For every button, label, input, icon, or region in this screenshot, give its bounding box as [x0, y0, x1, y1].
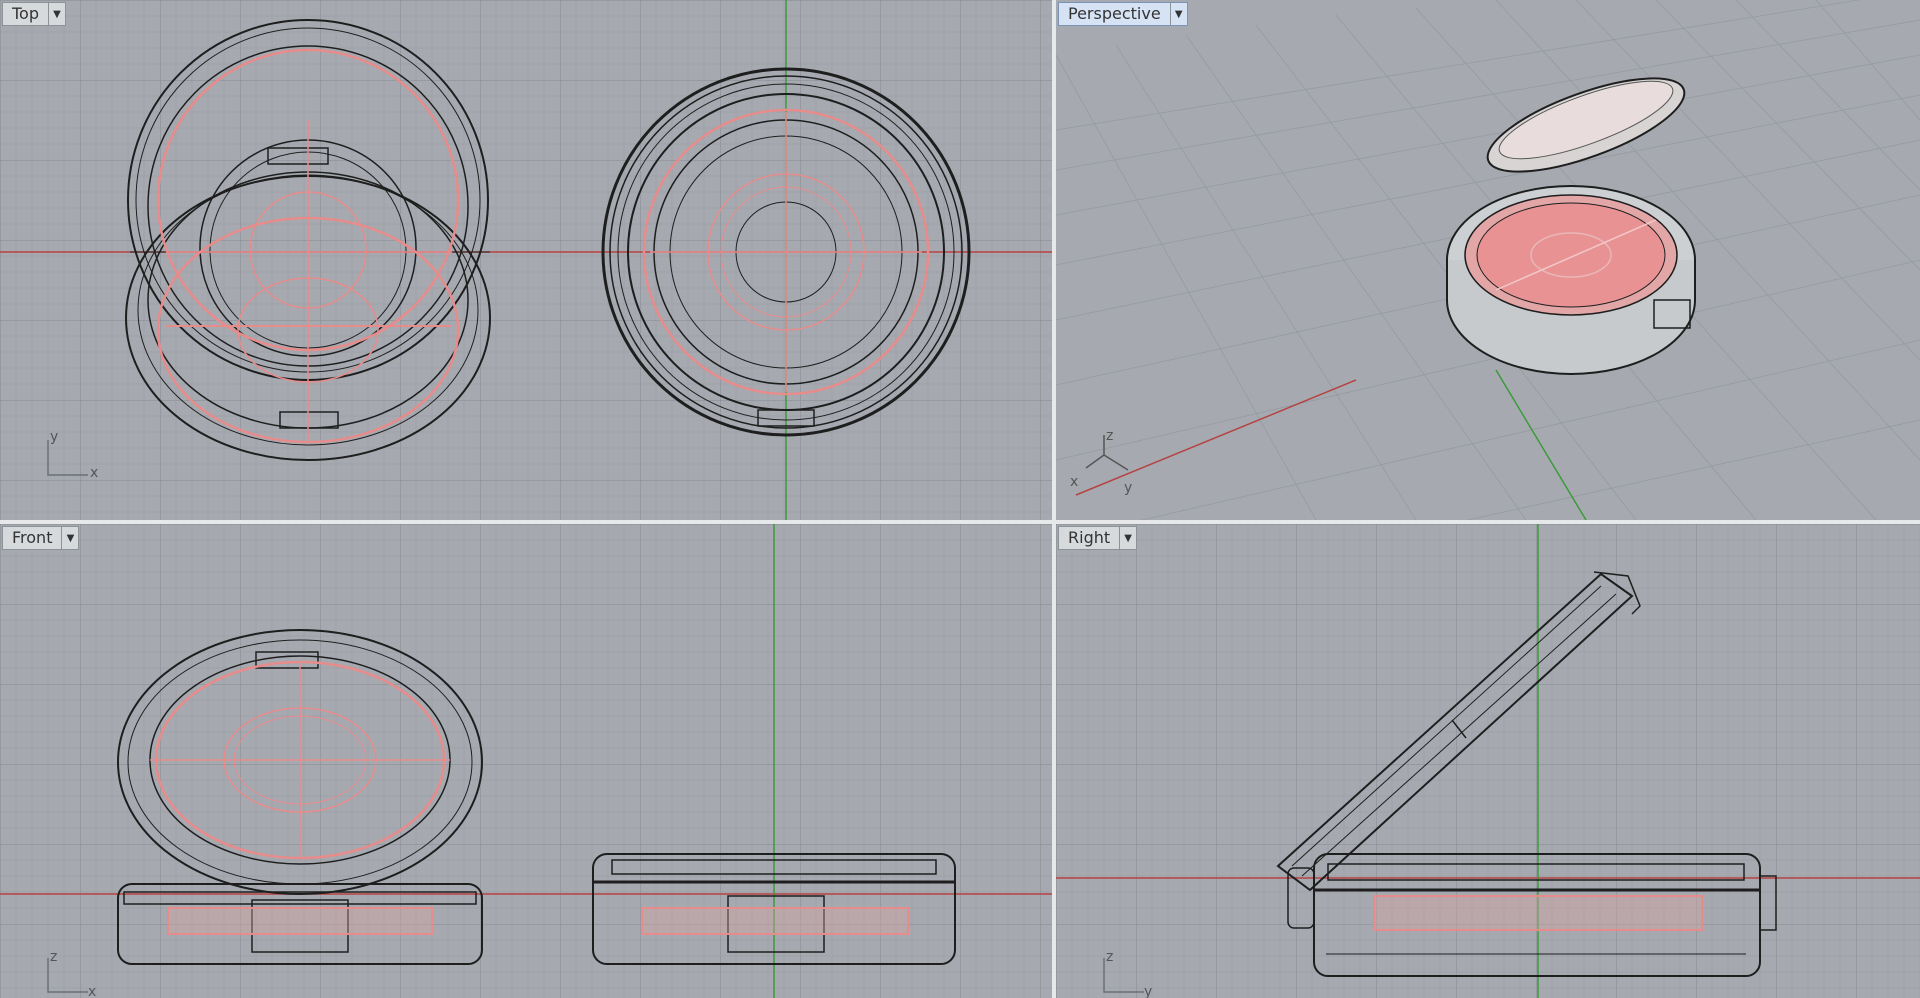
- axis-label-z: z: [1106, 428, 1113, 444]
- front-lid-highlight: [150, 660, 450, 860]
- right-base-highlight: [1373, 895, 1703, 931]
- top-view-canvas[interactable]: y x: [0, 0, 1052, 520]
- open-compact-base: [1446, 185, 1696, 375]
- dropdown-arrow-icon[interactable]: ▼: [1169, 3, 1187, 25]
- front-view-canvas[interactable]: z x: [0, 524, 1052, 998]
- viewport-name[interactable]: Right: [1059, 527, 1119, 549]
- viewport-name[interactable]: Front: [3, 527, 61, 549]
- axis-label-z: z: [50, 949, 57, 965]
- perspective-view-canvas[interactable]: z x y: [1056, 0, 1920, 520]
- viewport-name[interactable]: Perspective: [1059, 3, 1170, 25]
- dropdown-arrow-icon[interactable]: ▼: [1119, 527, 1136, 549]
- axis-label-y: y: [1124, 480, 1132, 496]
- viewport-perspective[interactable]: z x y Perspective ▼: [1056, 0, 1920, 520]
- axis-label-x: x: [90, 465, 98, 481]
- viewport-title-perspective[interactable]: Perspective ▼: [1058, 2, 1188, 26]
- viewport-layout: y x Top ▼ z x y Perspective ▼ z x Front …: [0, 0, 1920, 998]
- right-view-canvas[interactable]: z y: [1056, 524, 1920, 998]
- viewport-right[interactable]: z y Right ▼: [1056, 524, 1920, 998]
- dropdown-arrow-icon[interactable]: ▼: [61, 527, 78, 549]
- viewport-name[interactable]: Top: [3, 3, 48, 25]
- axis-label-y: y: [1144, 984, 1152, 998]
- viewport-title-top[interactable]: Top ▼: [2, 2, 66, 26]
- viewport-title-front[interactable]: Front ▼: [2, 526, 80, 550]
- axis-label-y: y: [50, 429, 58, 445]
- dropdown-arrow-icon[interactable]: ▼: [48, 3, 65, 25]
- axis-label-z: z: [1106, 949, 1113, 965]
- axis-label-x: x: [1070, 474, 1078, 490]
- axis-label-x: x: [88, 984, 96, 998]
- viewport-front[interactable]: z x Front ▼: [0, 524, 1052, 998]
- viewport-top[interactable]: y x Top ▼: [0, 0, 1052, 520]
- viewport-title-right[interactable]: Right ▼: [1058, 526, 1138, 550]
